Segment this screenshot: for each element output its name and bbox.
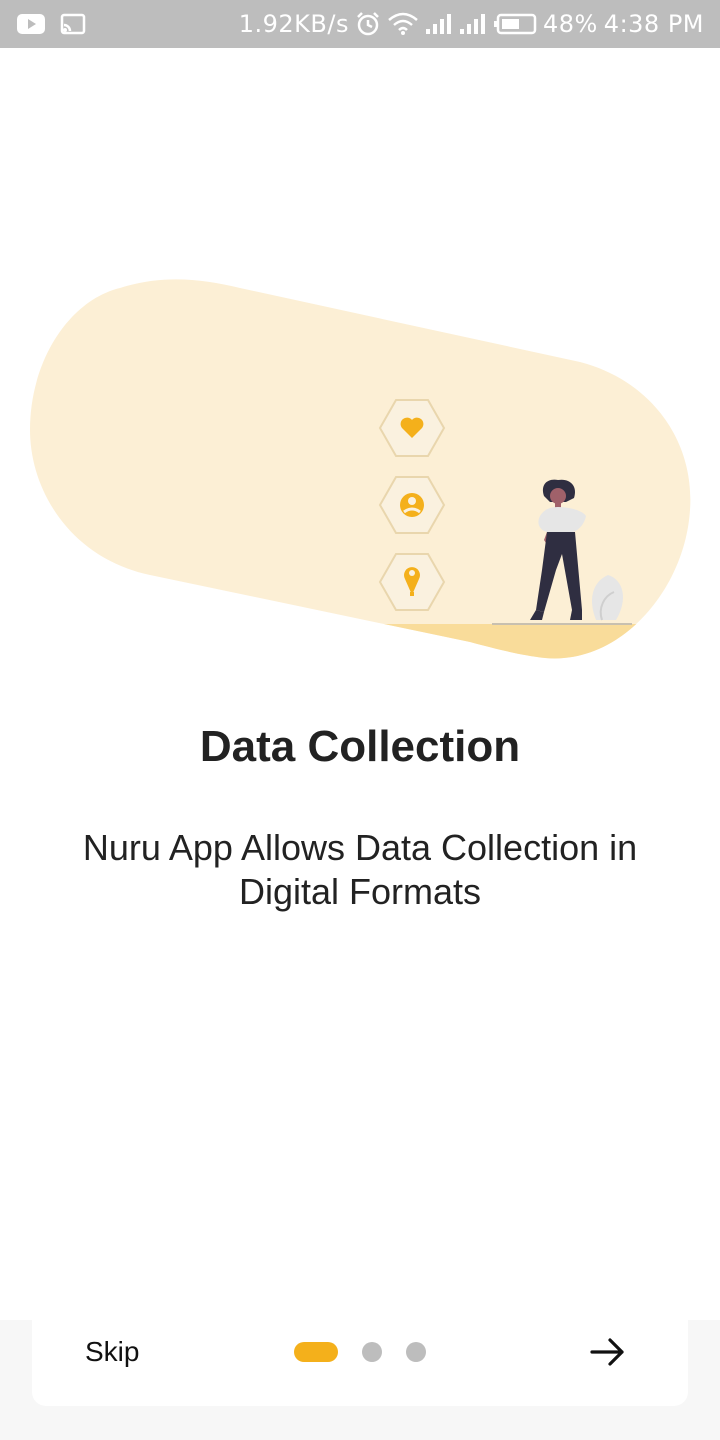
page-dot <box>406 1342 426 1362</box>
alarm-icon <box>355 11 381 37</box>
page-dot-active <box>294 1342 338 1362</box>
page-description: Nuru App Allows Data Collection in Digit… <box>82 827 638 912</box>
skip-button[interactable]: Skip <box>85 1334 139 1370</box>
page-title: Data Collection <box>199 722 521 771</box>
clock: 4:38 PM <box>603 10 704 38</box>
status-bar: 1.92KB/s 48% 4:38 PM <box>0 0 720 48</box>
next-button[interactable] <box>588 1332 628 1372</box>
signal-icon <box>425 13 453 35</box>
onboarding-illustration <box>0 270 720 670</box>
cast-icon <box>60 13 86 35</box>
signal-icon <box>459 13 487 35</box>
arrow-right-icon <box>590 1338 624 1366</box>
battery-icon <box>493 13 537 35</box>
battery-percent: 48% <box>542 10 598 38</box>
youtube-icon <box>16 13 46 35</box>
network-speed: 1.92KB/s <box>238 10 349 38</box>
page-indicator <box>294 1342 426 1362</box>
wifi-icon <box>387 12 419 36</box>
page-dot <box>362 1342 382 1362</box>
